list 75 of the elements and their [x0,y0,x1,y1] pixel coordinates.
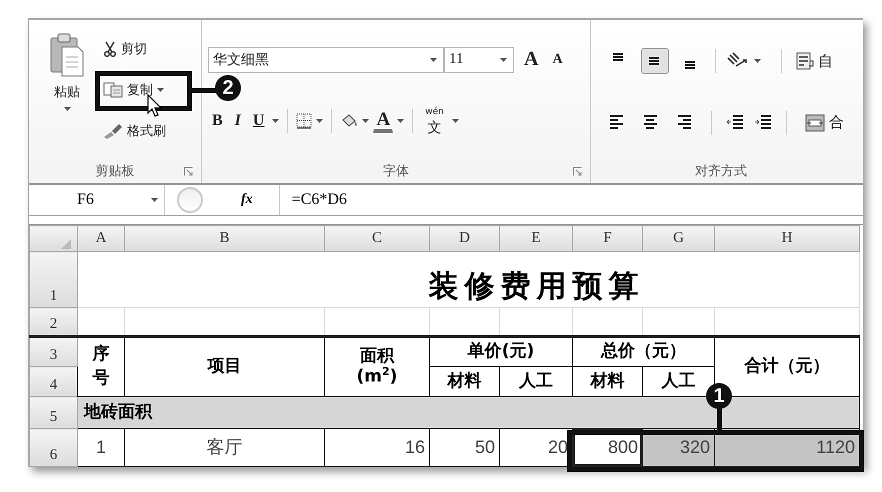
group-label: 对齐方式 [695,163,747,180]
caret-icon [452,119,459,124]
align-left-icon [609,114,625,131]
merge-center-icon[interactable] [805,114,825,132]
group-label: 字体 [383,163,409,180]
fill-bucket-icon[interactable] [340,113,358,130]
column-header[interactable]: D [430,226,500,252]
align-center-icon [643,114,659,131]
wrap-text-icon[interactable] [796,52,814,70]
row-header[interactable]: 4 [30,366,78,396]
caret-icon [430,58,437,62]
dialog-launcher-icon[interactable] [184,167,193,176]
dialog-launcher-icon[interactable] [573,167,582,176]
table-cell: 装修费用预算 [78,252,860,308]
table-cell: 50 [430,428,500,466]
column-header[interactable]: B [124,226,324,252]
copy-icon [103,82,123,98]
align-right-icon [677,114,693,131]
underline-button[interactable]: U [248,109,268,134]
table-cell: 1 [78,428,124,466]
row-header[interactable]: 3 [30,336,78,366]
caret-icon [272,119,280,124]
align-middle-icon [648,57,662,65]
table-cell: 800 [572,428,642,466]
table-cell: 单价(元) [430,336,572,366]
mouse-pointer-icon [147,94,163,118]
insert-function-button[interactable]: fx [241,192,253,208]
borders-icon[interactable] [296,113,312,130]
phonetic-button[interactable]: wén 文 [421,104,448,138]
format-painter-button[interactable]: 格式刷 [99,118,170,142]
font-size-field[interactable]: 11 [444,46,514,73]
row-header[interactable]: 6 [30,428,78,466]
caret-icon [316,119,324,124]
shrink-font-button[interactable]: A [548,48,567,71]
font-color-button[interactable]: A [373,109,394,134]
cut-button[interactable]: 剪切 [99,36,170,60]
table-cell: 客厅 [124,428,324,466]
decrease-indent-icon[interactable] [726,114,744,131]
caret-icon [151,198,158,202]
grow-font-button[interactable]: A [520,45,542,74]
name-box[interactable]: F6 [29,185,165,215]
table-cell: 16 [324,428,430,466]
align-middle-button[interactable] [641,48,669,74]
caret-icon [64,107,70,111]
caret-icon [362,119,370,124]
scissors-icon [103,40,117,56]
caret-icon [397,119,404,124]
table-cell: 总价（元） [572,336,714,366]
caret-icon [500,58,507,62]
caret-icon [754,59,761,63]
column-header[interactable]: A [78,226,124,252]
row-header[interactable]: 1 [30,252,78,308]
row-header[interactable]: 2 [30,308,78,336]
align-top-icon [612,53,626,61]
splitter-handle[interactable] [177,187,203,213]
format-painter-icon [103,122,123,138]
increase-indent-icon[interactable] [754,114,772,131]
caret-icon [157,88,164,92]
column-header[interactable]: F [572,226,642,252]
merge-center-button[interactable]: 合 [801,110,848,135]
row-header[interactable]: 5 [30,396,78,428]
column-header[interactable]: G [642,226,714,252]
paste-button[interactable]: 粘贴 [39,20,95,159]
bold-button[interactable]: B [208,109,227,134]
italic-button[interactable]: I [230,109,245,134]
column-header[interactable]: C [324,226,430,252]
formula-field[interactable]: =C6*D6 [278,185,863,215]
column-header[interactable]: E [500,226,572,252]
font-name-field[interactable]: 华文细黑 [208,46,444,73]
wrap-text-button[interactable]: 自 [792,48,837,74]
group-label: 剪贴板 [96,163,134,180]
align-bottom-icon [684,61,698,69]
clipboard-icon [50,33,84,77]
column-header[interactable]: H [714,226,860,252]
table-cell: 20 [500,428,572,466]
